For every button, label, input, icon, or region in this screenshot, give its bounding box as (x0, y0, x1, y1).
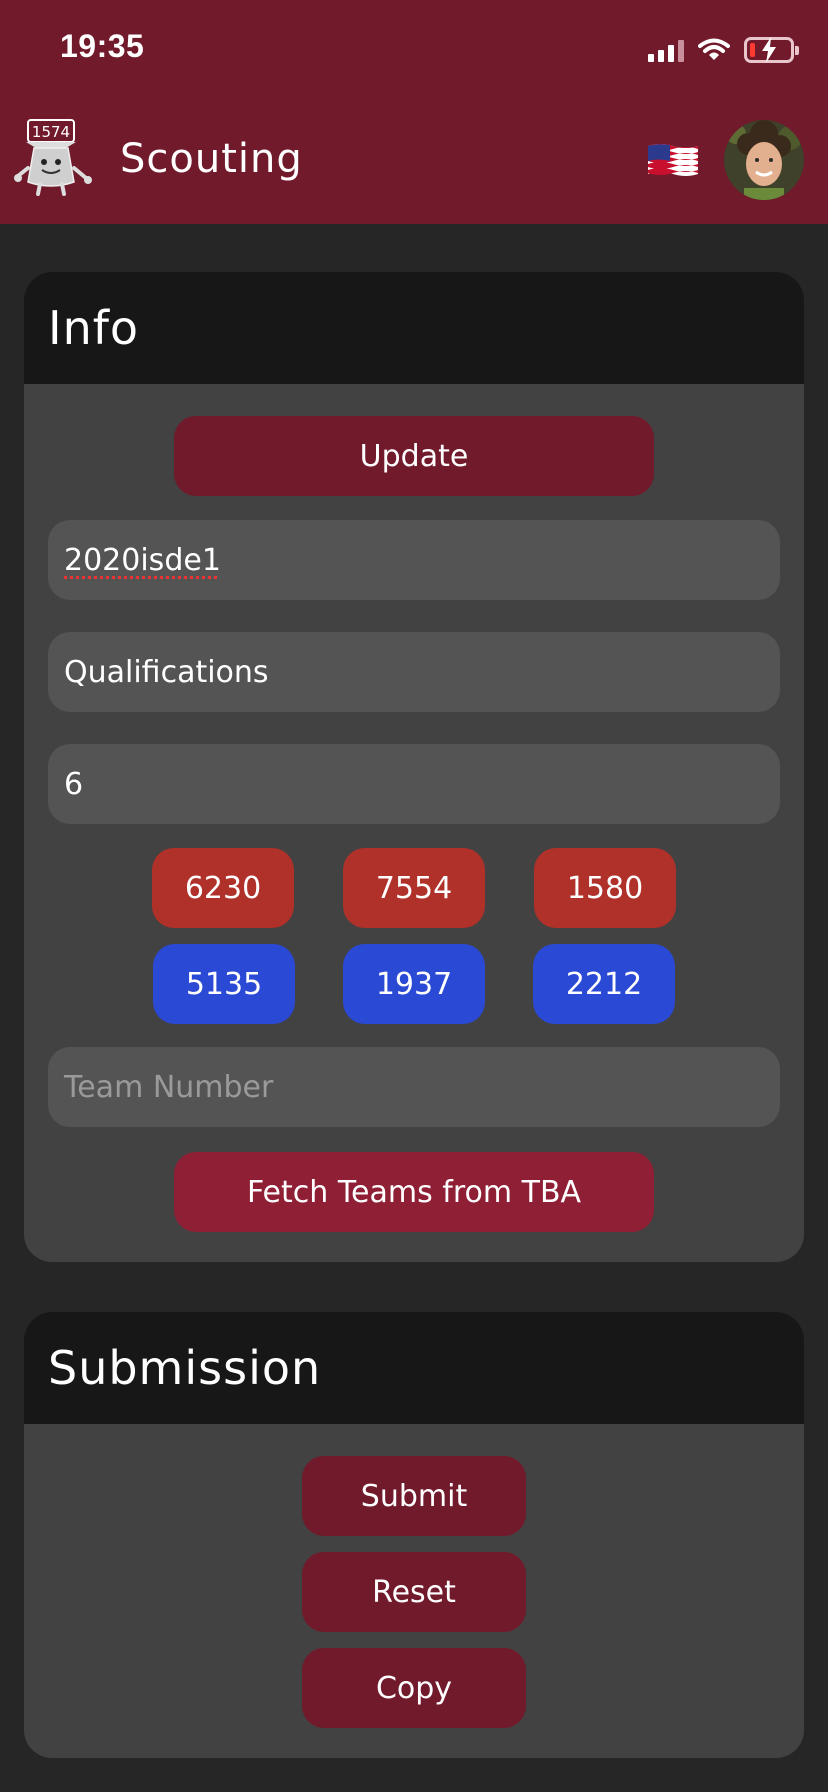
copy-button[interactable]: Copy (302, 1648, 526, 1728)
signal-icon (648, 38, 684, 62)
red-team-button[interactable]: 7554 (343, 848, 485, 928)
event-code-field[interactable]: 2020isde1 (48, 520, 780, 600)
red-team-button[interactable]: 6230 (152, 848, 294, 928)
app-title: Scouting (120, 136, 303, 182)
event-code-value: 2020isde1 (64, 542, 221, 578)
match-type-field[interactable]: Qualifications (48, 632, 780, 712)
submission-card: Submission Submit Reset Copy (24, 1312, 804, 1758)
blue-team-button[interactable]: 5135 (153, 944, 295, 1024)
fetch-teams-button[interactable]: Fetch Teams from TBA (174, 1152, 654, 1232)
app-header: 19:35 1574 Scouting (0, 0, 828, 224)
submission-heading: Submission (24, 1312, 804, 1424)
update-button[interactable]: Update (174, 416, 654, 496)
user-avatar[interactable] (724, 120, 804, 200)
info-heading: Info (24, 272, 804, 384)
wifi-icon (698, 38, 730, 60)
us-flag-icon[interactable] (646, 142, 700, 178)
team-logo-icon: 1574 (14, 119, 92, 196)
blue-team-button[interactable]: 1937 (343, 944, 485, 1024)
team-number-input[interactable]: Team Number (48, 1047, 780, 1127)
status-icons (648, 34, 799, 66)
info-card: Info Update 2020isde1 Qualifications 6 6… (24, 272, 804, 1262)
battery-icon (744, 37, 799, 63)
status-time: 19:35 (60, 28, 145, 64)
submit-button[interactable]: Submit (302, 1456, 526, 1536)
logo-number: 1574 (32, 123, 70, 141)
reset-button[interactable]: Reset (302, 1552, 526, 1632)
red-team-button[interactable]: 1580 (534, 848, 676, 928)
blue-team-button[interactable]: 2212 (533, 944, 675, 1024)
match-number-field[interactable]: 6 (48, 744, 780, 824)
